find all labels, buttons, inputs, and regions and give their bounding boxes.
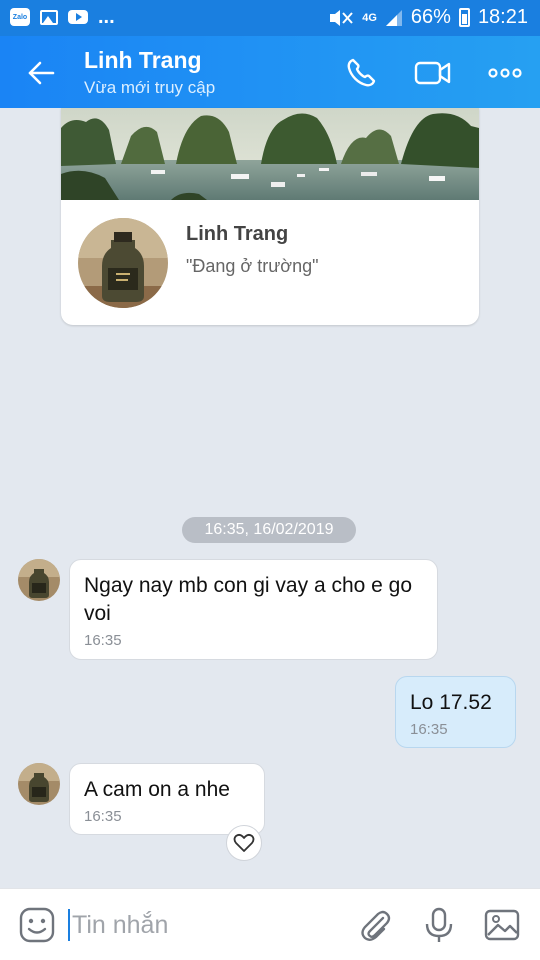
phone-call-icon[interactable] bbox=[344, 56, 382, 90]
battery-icon bbox=[458, 8, 470, 27]
message-text: Lo 17.52 bbox=[410, 691, 492, 714]
clock: 18:21 bbox=[477, 6, 528, 28]
profile-name: Linh Trang bbox=[186, 223, 289, 245]
emoji-sticker-icon[interactable] bbox=[18, 906, 56, 944]
message-bubble-incoming[interactable]: Ngay nay mb con gi vay a cho e go voi 16… bbox=[69, 559, 438, 660]
status-bar: Zalo ... 4G 66% 18:21 bbox=[0, 0, 540, 36]
heart-icon bbox=[233, 833, 255, 852]
gallery-notification-icon bbox=[40, 9, 58, 25]
message-input[interactable] bbox=[72, 905, 342, 945]
react-heart-button[interactable] bbox=[226, 825, 262, 861]
message-text: Ngay nay mb con gi vay a cho e go voi bbox=[84, 574, 413, 625]
back-arrow-icon[interactable] bbox=[24, 56, 58, 90]
more-options-icon[interactable] bbox=[486, 56, 524, 90]
sender-avatar[interactable] bbox=[18, 559, 60, 601]
text-caret bbox=[68, 909, 70, 941]
mute-icon bbox=[330, 9, 353, 26]
youtube-notification-icon bbox=[68, 10, 88, 24]
video-call-icon[interactable] bbox=[414, 56, 452, 90]
attachment-paperclip-icon[interactable] bbox=[356, 906, 394, 944]
contact-name[interactable]: Linh Trang bbox=[84, 47, 202, 74]
date-separator: 16:35, 16/02/2019 bbox=[182, 517, 356, 543]
message-bubble-outgoing[interactable]: Lo 17.52 16:35 bbox=[395, 676, 516, 748]
signal-icon bbox=[385, 9, 402, 26]
zalo-notification-icon: Zalo bbox=[10, 8, 30, 26]
profile-card[interactable]: Linh Trang "Đang ở trường" bbox=[61, 108, 479, 325]
network-type: 4G bbox=[362, 11, 377, 24]
chat-header: Linh Trang Vừa mới truy cập bbox=[0, 36, 540, 108]
image-gallery-icon[interactable] bbox=[483, 906, 521, 944]
message-time: 16:35 bbox=[410, 721, 448, 738]
battery-percent: 66% bbox=[410, 6, 451, 28]
message-input-bar bbox=[0, 888, 540, 960]
more-notifications: ... bbox=[98, 6, 115, 28]
sender-avatar[interactable] bbox=[18, 763, 60, 805]
microphone-icon[interactable] bbox=[420, 906, 458, 944]
message-bubble-incoming[interactable]: A cam on a nhe 16:35 bbox=[69, 763, 265, 835]
cover-photo bbox=[61, 108, 479, 200]
profile-avatar[interactable] bbox=[78, 218, 168, 308]
message-text: A cam on a nhe bbox=[84, 778, 230, 801]
profile-status-quote: "Đang ở trường" bbox=[186, 256, 319, 276]
message-time: 16:35 bbox=[84, 808, 122, 825]
contact-last-seen: Vừa mới truy cập bbox=[84, 78, 216, 97]
message-time: 16:35 bbox=[84, 632, 122, 649]
